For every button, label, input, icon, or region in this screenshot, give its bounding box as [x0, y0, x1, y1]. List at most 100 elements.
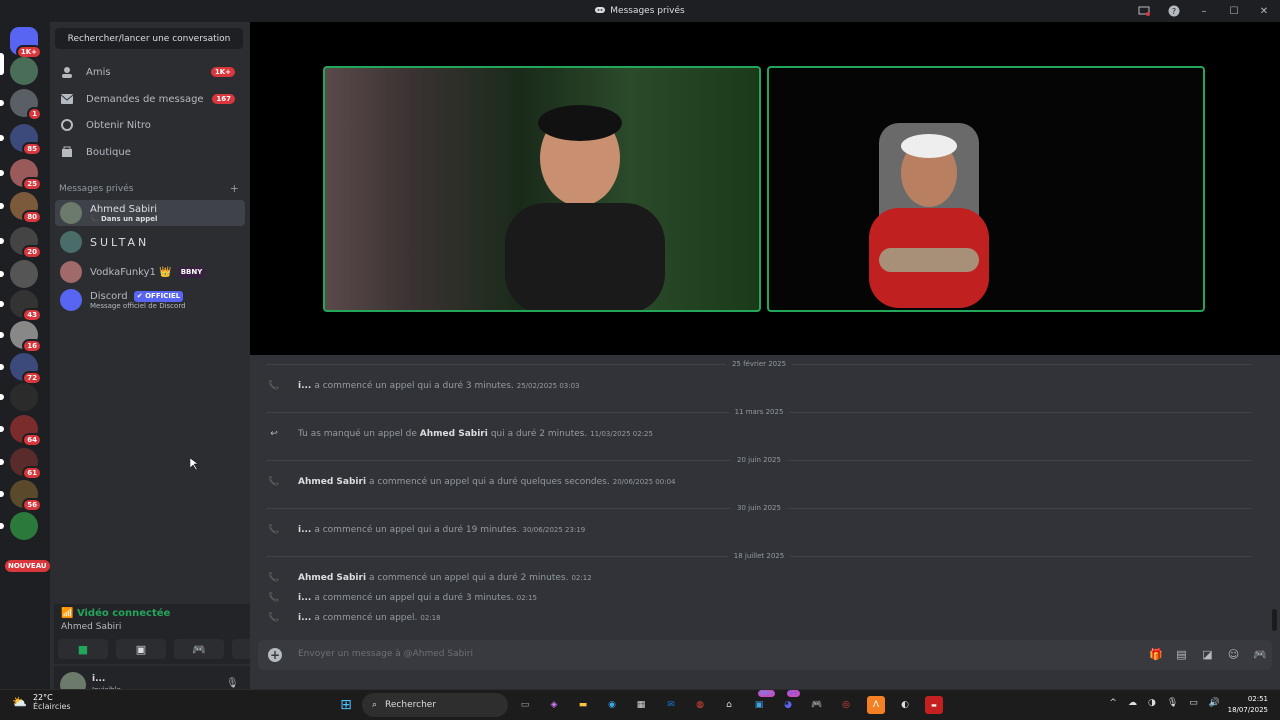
voice-status-text: Vidéo connectée [76, 608, 171, 619]
windows-start-icon[interactable]: ⊞ [337, 696, 355, 714]
dm-item-ahmed[interactable]: Ahmed Sabiri 📞 Dans un appel [55, 200, 245, 226]
phone-icon: 📞 [268, 477, 280, 487]
server-icon[interactable]: 80 [10, 192, 42, 224]
phone-icon: 📞 [268, 573, 280, 583]
server-icon[interactable]: 72 [10, 353, 42, 385]
task-view-icon[interactable]: ▭ [516, 696, 534, 714]
server-badge: 80 [22, 210, 42, 224]
gif-icon[interactable]: ▤ [1175, 648, 1188, 661]
close-button[interactable]: ✕ [1256, 3, 1272, 19]
add-attachment-icon[interactable]: + [268, 648, 282, 662]
message-author[interactable]: i... [298, 593, 311, 603]
gamepad-app-icon[interactable]: 🎮 [808, 696, 826, 714]
server-icon[interactable] [10, 57, 38, 85]
outlook-icon[interactable]: ✉ [662, 696, 680, 714]
copilot-icon[interactable]: ◈ [545, 696, 563, 714]
file-explorer-icon[interactable]: ▬ [574, 696, 592, 714]
store-icon[interactable]: ▦ [632, 696, 650, 714]
taskbar-search-label: Rechercher [385, 700, 437, 710]
discord-taskbar-icon[interactable]: ◕ 9+ [779, 690, 800, 714]
gift-icon[interactable]: 🎁 [1149, 648, 1163, 661]
message-author[interactable]: Ahmed Sabiri [420, 429, 488, 439]
app-icon[interactable]: Λ [867, 696, 885, 714]
date-divider: 30 juin 2025 [250, 504, 1268, 512]
clock[interactable]: 02:51 18/07/2025 [1228, 694, 1268, 716]
nav-friends[interactable]: Amis 1K+ [55, 60, 243, 84]
video-tile-ahmed[interactable] [767, 66, 1205, 312]
server-icon[interactable]: 85 [10, 124, 42, 156]
server-icon[interactable]: 25 [10, 159, 42, 191]
message-timestamp: 11/03/2025 02:25 [590, 430, 653, 438]
dm-name: Discord [90, 290, 128, 302]
help-icon[interactable]: ? [1166, 3, 1182, 19]
activity-button[interactable]: 🎮 [174, 639, 224, 659]
edge-icon[interactable]: ◉ [603, 696, 621, 714]
emoji-icon[interactable]: ☺ [1227, 648, 1240, 661]
message-author[interactable]: i... [298, 381, 311, 391]
tray-chevron-icon[interactable]: ^ [1109, 698, 1117, 708]
message-composer[interactable]: + Envoyer un message à @Ahmed Sabiri 🎁 ▤… [258, 640, 1272, 670]
server-icon[interactable]: 20 [10, 227, 42, 259]
dm-item-vodkafunky[interactable]: VodkaFunky1 👑 BBNY [55, 259, 245, 285]
server-icon[interactable] [10, 260, 38, 288]
mic-tray-icon[interactable]: 🎙 [1167, 698, 1178, 708]
voice-status: 📶 Vidéo connectée [61, 608, 171, 619]
screen-share-button[interactable]: ▣ [116, 639, 166, 659]
cloud-icon[interactable]: ☁ [1128, 698, 1137, 708]
network-icon[interactable]: ▭ [1189, 698, 1198, 708]
recorder-icon[interactable]: ▬ [925, 696, 943, 714]
message-author[interactable]: i... [298, 525, 311, 535]
sticker-icon[interactable]: ◪ [1201, 648, 1214, 661]
teams-icon[interactable]: ▣ 99+ [750, 690, 775, 714]
nav-nitro[interactable]: Obtenir Nitro [55, 113, 243, 137]
maximize-button[interactable]: ☐ [1226, 3, 1242, 19]
gamepad-icon[interactable]: 🎮 [1253, 648, 1267, 661]
server-icon[interactable]: 64 [10, 415, 42, 447]
message-author[interactable]: i... [298, 613, 311, 623]
server-icon[interactable] [10, 383, 38, 411]
dm-item-discord[interactable]: Discord ✔ OFFICIEL Message officiel de D… [55, 287, 245, 313]
screen-share-icon[interactable] [1136, 3, 1152, 19]
dm-item-sultan[interactable]: SULTAN [55, 229, 245, 255]
weather-widget[interactable]: ⛅ 22°C Éclaircies [12, 693, 71, 711]
server-pill [0, 426, 4, 432]
scrollbar[interactable] [1272, 609, 1277, 631]
video-area [250, 22, 1280, 355]
server-icon[interactable]: 1 [10, 89, 42, 121]
message-author[interactable]: Ahmed Sabiri [298, 573, 366, 583]
taskbar-search[interactable]: ⌕ Rechercher [362, 693, 508, 717]
composer-placeholder[interactable]: Envoyer un message à @Ahmed Sabiri [298, 649, 473, 659]
search-conversation-button[interactable]: Rechercher/lancer une conversation [55, 28, 243, 49]
browser-icon[interactable]: ◎ [837, 696, 855, 714]
message-author[interactable]: Ahmed Sabiri [298, 477, 366, 487]
headset-icon[interactable]: ◑ [1148, 698, 1156, 708]
steam-icon[interactable]: ◐ [896, 696, 914, 714]
microphone-icon[interactable]: 🎙 [226, 678, 239, 689]
server-icon[interactable]: 43 [10, 290, 42, 322]
dm-tag: BBNY [177, 266, 206, 278]
video-tile-self[interactable] [323, 66, 761, 312]
dm-sub: 📞 Dans un appel [90, 214, 158, 223]
server-icon[interactable]: 61 [10, 448, 42, 480]
nav-badge: 167 [212, 94, 235, 104]
server-icon[interactable] [10, 512, 38, 540]
volume-icon[interactable]: 🔊 [1209, 698, 1220, 708]
add-dm-icon[interactable]: + [230, 183, 239, 194]
nav-shop[interactable]: Boutique [55, 140, 243, 164]
new-badge: NOUVEAU [5, 560, 50, 572]
minimize-button[interactable]: – [1196, 3, 1212, 19]
camera-button[interactable]: ■ [58, 639, 108, 659]
nitro-icon [60, 118, 74, 132]
mail-app-icon[interactable]: ⌂ [720, 696, 738, 714]
server-badge: 85 [22, 142, 42, 156]
date-divider: 18 juillet 2025 [250, 552, 1268, 560]
nav-message-requests[interactable]: Demandes de message 167 [55, 87, 243, 111]
server-pill [0, 301, 4, 307]
chrome-icon[interactable]: ◍ [691, 696, 709, 714]
message-list: 25 février 2025 📞 i... a commencé un app… [250, 355, 1280, 635]
dm-name: SULTAN [90, 235, 150, 249]
server-icon[interactable]: 16 [10, 321, 42, 353]
server-icon[interactable]: 1K+ [10, 27, 42, 59]
screen-icon: ▣ [135, 642, 147, 656]
server-icon[interactable]: 56 [10, 480, 42, 512]
